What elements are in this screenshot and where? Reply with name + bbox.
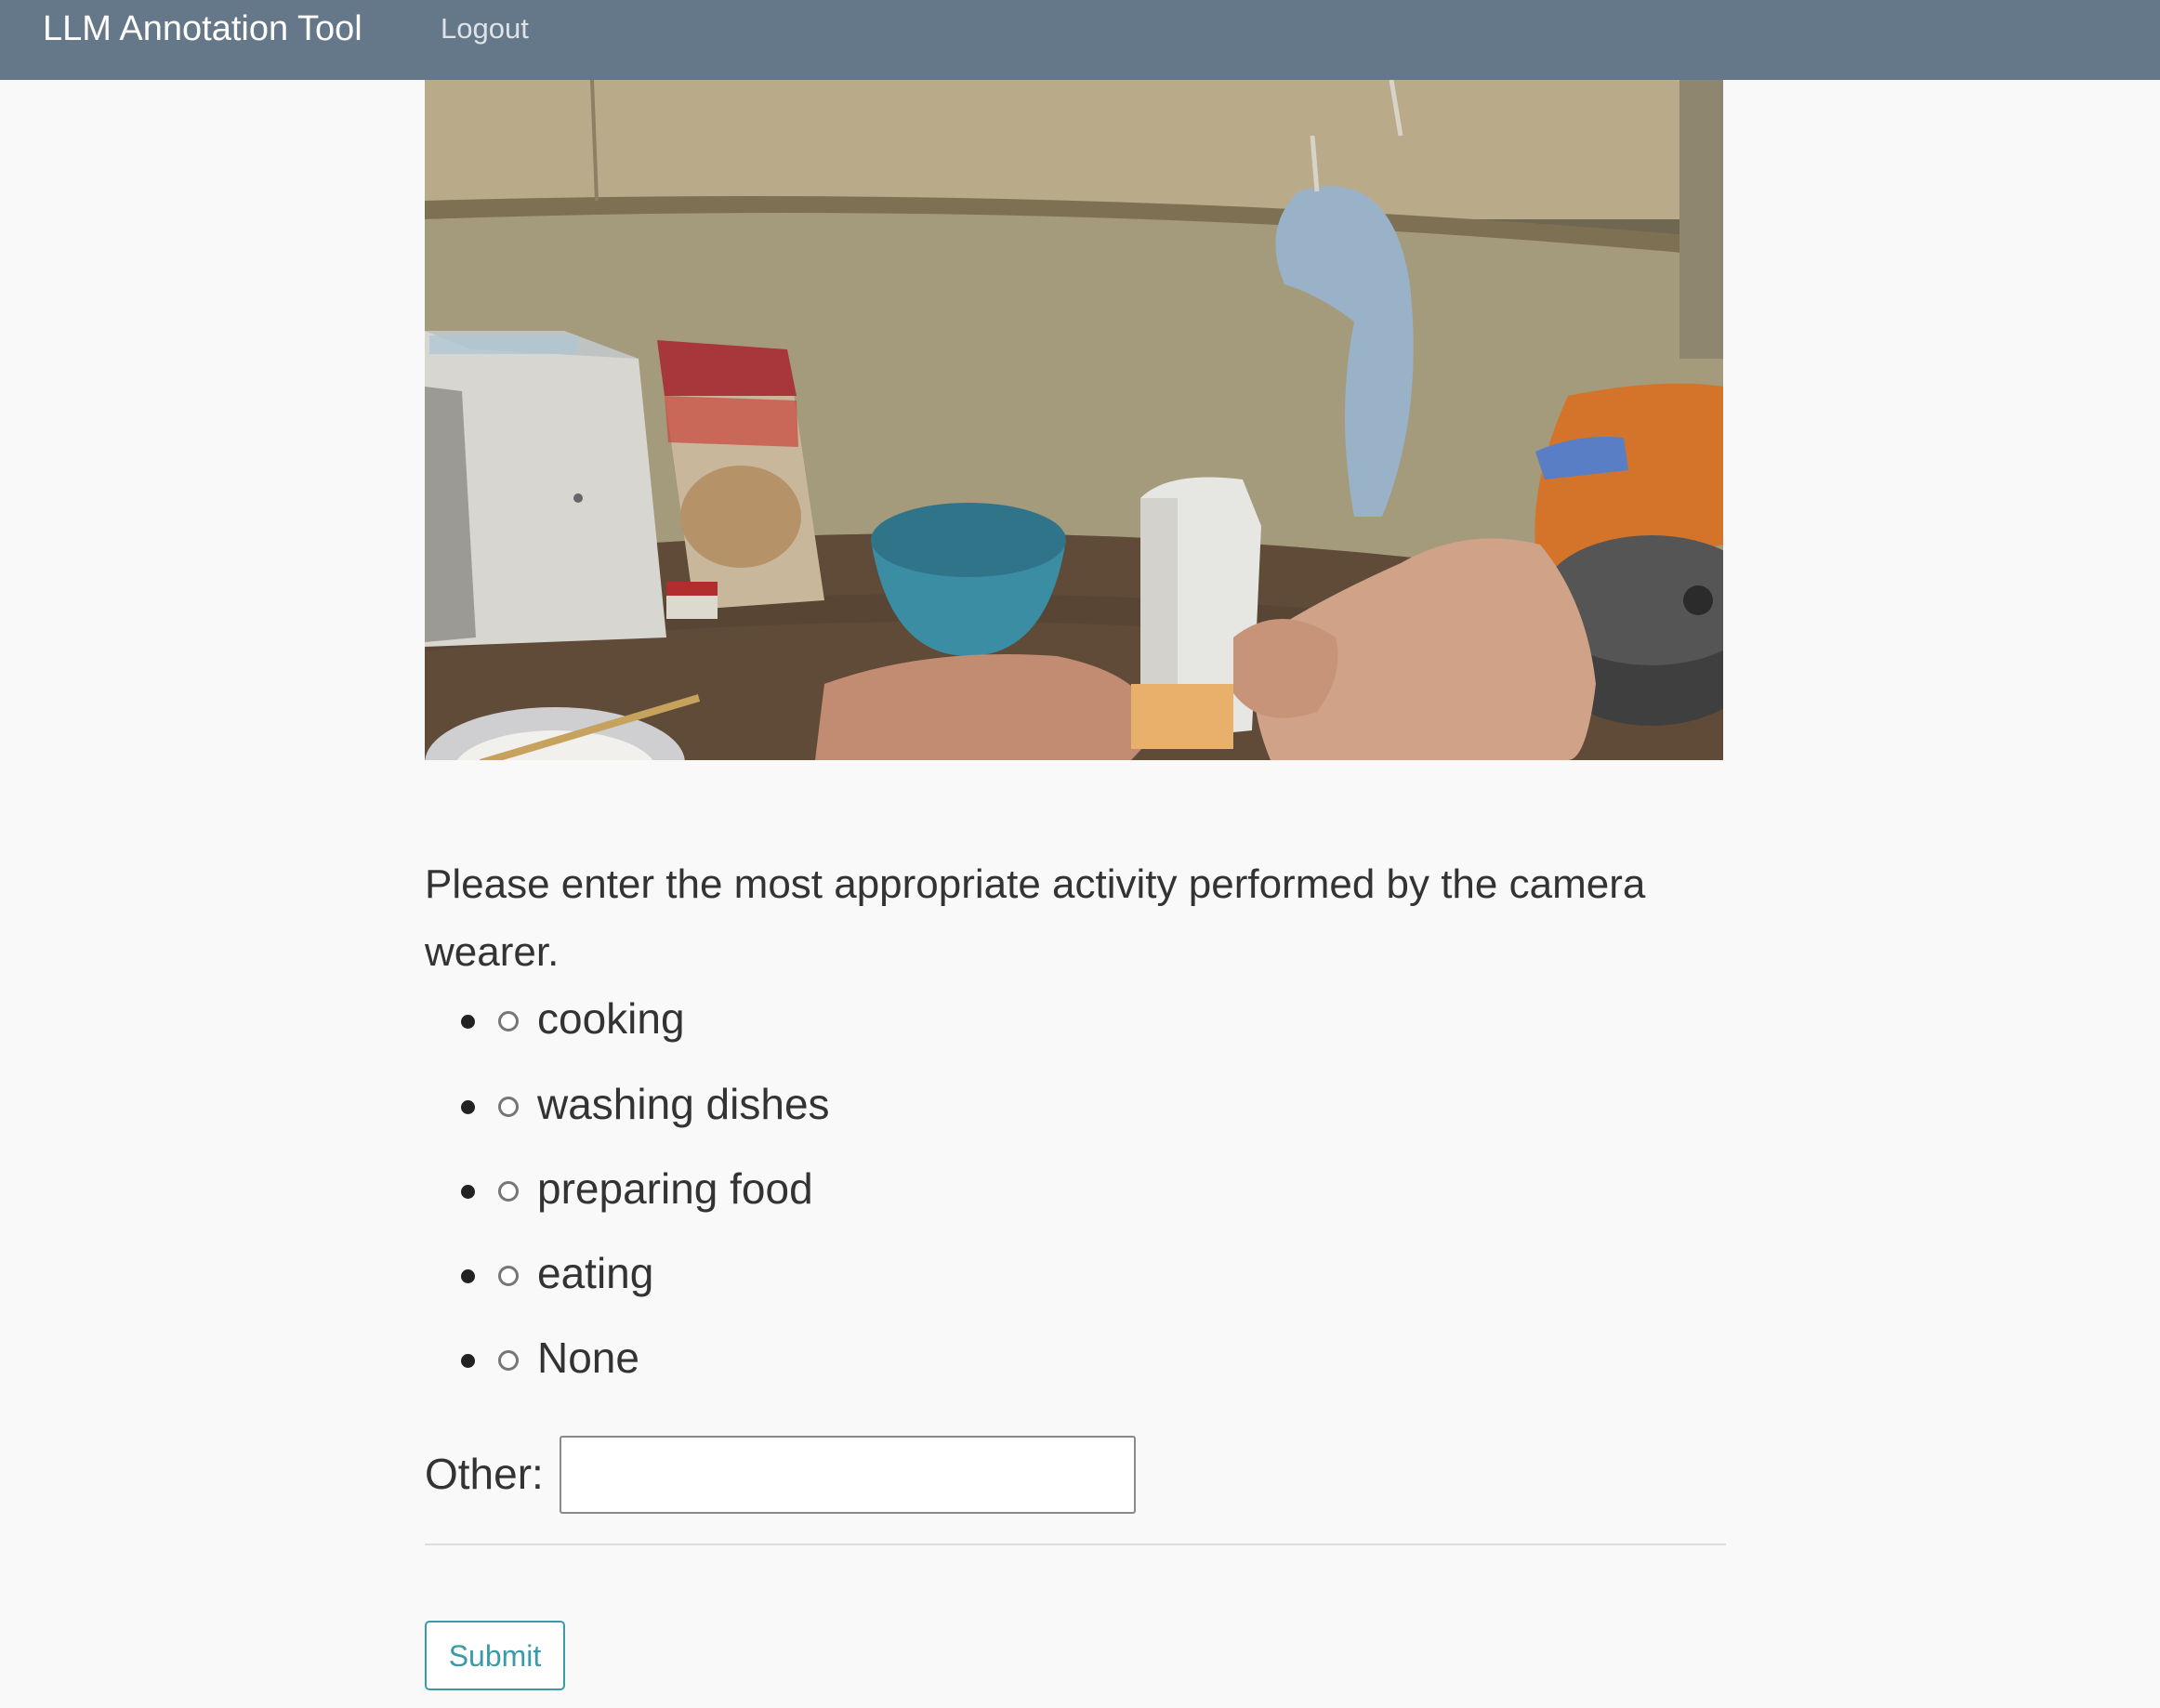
- option-cooking[interactable]: cooking: [425, 987, 1354, 1052]
- option-label: cooking: [537, 994, 685, 1043]
- navbar: LLM Annotation Tool Logout: [0, 0, 2160, 80]
- bullet-icon: [461, 1354, 475, 1368]
- divider: [425, 1544, 1726, 1545]
- option-label: None: [537, 1334, 639, 1382]
- bullet-icon: [461, 1015, 475, 1029]
- option-eating[interactable]: eating: [425, 1242, 1354, 1307]
- brand-title[interactable]: LLM Annotation Tool: [43, 0, 362, 58]
- radio-button[interactable]: [498, 1266, 519, 1286]
- option-none[interactable]: None: [425, 1326, 1354, 1391]
- submit-button[interactable]: Submit: [425, 1621, 565, 1690]
- video-frame-image: [425, 80, 1723, 760]
- option-label: eating: [537, 1249, 654, 1297]
- logout-link[interactable]: Logout: [441, 0, 529, 58]
- option-washing-dishes[interactable]: washing dishes: [425, 1072, 1354, 1137]
- activity-question: Please enter the most appropriate activi…: [425, 861, 1646, 975]
- other-label: Other:: [425, 1450, 544, 1498]
- radio-button[interactable]: [498, 1350, 519, 1371]
- option-label: preparing food: [537, 1164, 813, 1213]
- radio-button[interactable]: [498, 1181, 519, 1202]
- radio-button[interactable]: [498, 1097, 519, 1117]
- radio-button[interactable]: [498, 1011, 519, 1031]
- option-label: washing dishes: [537, 1080, 830, 1128]
- bullet-icon: [461, 1185, 475, 1199]
- option-preparing-food[interactable]: preparing food: [425, 1157, 1354, 1222]
- bullet-icon: [461, 1269, 475, 1283]
- other-input[interactable]: [560, 1436, 1136, 1514]
- bullet-icon: [461, 1100, 475, 1114]
